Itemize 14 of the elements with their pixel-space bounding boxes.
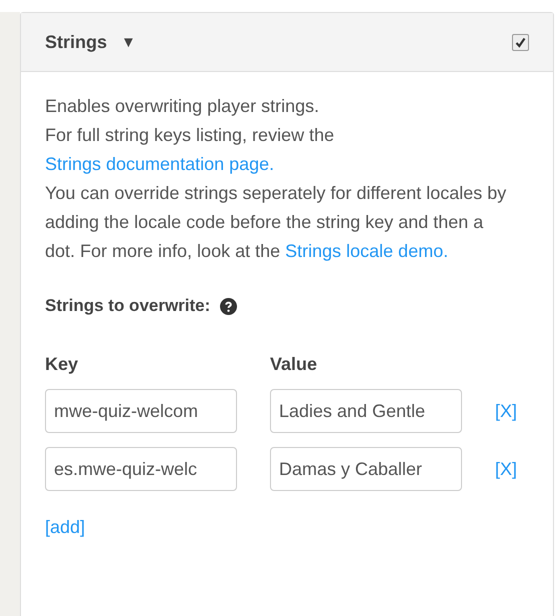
- value-field[interactable]: Ladies and Gentle: [270, 389, 462, 433]
- panel-title: Strings: [45, 32, 108, 52]
- description-text: Enables overwriting player strings.: [45, 95, 320, 118]
- key-field[interactable]: es.mwe-quiz-welc: [45, 447, 237, 491]
- value-field[interactable]: Damas y Caballer: [270, 447, 462, 491]
- description-text: For full string keys listing, review the Strings documentation page.: [45, 124, 336, 176]
- caret-icon[interactable]: ▼: [121, 34, 136, 50]
- description-text: You can override strings seperately for different locales by adding the locale code before the string key and then a dot. For more info, look at the Strings locale demo.: [45, 182, 508, 263]
- help-icon[interactable]: [220, 298, 238, 314]
- column-heading: Key: [45, 354, 80, 375]
- strings-label: Strings to overwrite:: [45, 296, 210, 316]
- key-field[interactable]: mwe-quiz-welcom: [45, 389, 237, 433]
- column-heading: Value: [270, 354, 318, 375]
- enable-checkbox[interactable]: [512, 34, 530, 50]
